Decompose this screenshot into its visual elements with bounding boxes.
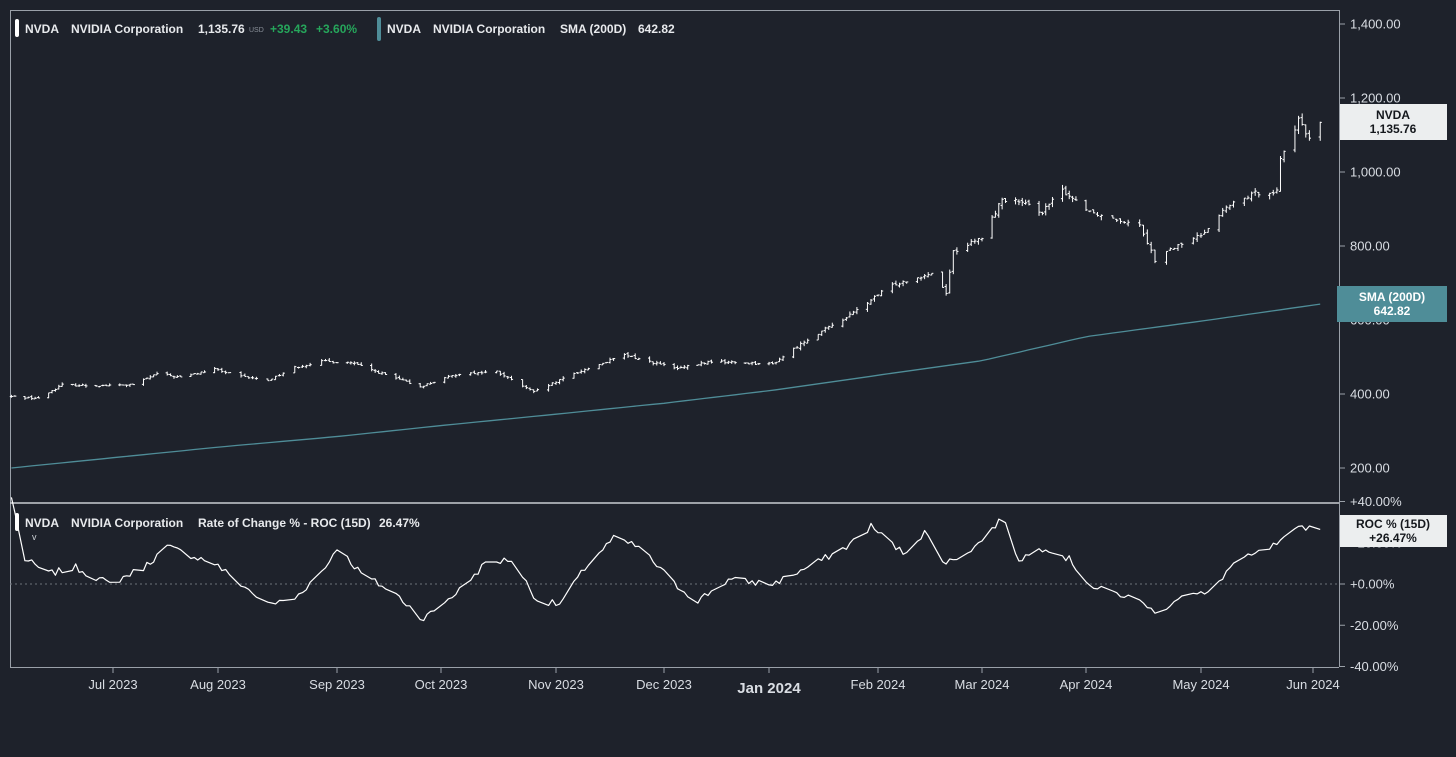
time-axis-ticks[interactable]: Jul 2023 Aug 2023 Sep 2023 Oct 2023 Nov 2023… <box>88 667 1339 697</box>
roc-tag-value: +26.47% <box>1369 531 1417 545</box>
legend-currency: USD <box>249 27 264 34</box>
roc-legend-marker <box>15 513 19 531</box>
sma-tag-value: 642.82 <box>1374 304 1411 318</box>
sma-legend-symbol: NVDA <box>387 22 421 36</box>
roc-legend-symbol: NVDA <box>25 516 59 530</box>
time-tick-label: May 2024 <box>1172 677 1229 692</box>
price-tick-label: 800.00 <box>1350 239 1390 254</box>
roc-legend-study: Rate of Change % - ROC (15D) <box>198 516 371 530</box>
price-tick-label: 1,000.00 <box>1350 165 1401 180</box>
price-axis-ticks[interactable]: 1,400.001,200.001,000.00800.00600.00400.… <box>1339 17 1401 476</box>
legend-company: NVIDIA Corporation <box>71 22 183 36</box>
price-tick-label: 1,400.00 <box>1350 17 1401 32</box>
price-tick-label: 200.00 <box>1350 461 1390 476</box>
price-last-value-tag[interactable]: NVDA 1,135.76 <box>1340 104 1447 140</box>
time-tick-label: Nov 2023 <box>528 677 584 692</box>
time-tick-label: Jan 2024 <box>737 680 801 697</box>
price-tag-value: 1,135.76 <box>1370 122 1417 136</box>
chart-svg[interactable]: 1,400.001,200.001,000.00800.00600.00400.… <box>0 0 1456 752</box>
ohlc-bar <box>122 385 125 386</box>
sma-legend-company: NVIDIA Corporation <box>433 22 545 36</box>
time-tick-label: Jul 2023 <box>88 677 137 692</box>
ohlc-bar <box>335 362 338 363</box>
roc-tick-label: -20.00% <box>1350 618 1399 633</box>
time-tick-label: Sep 2023 <box>309 677 365 692</box>
time-tick-label: Dec 2023 <box>636 677 692 692</box>
price-tick-label: 400.00 <box>1350 387 1390 402</box>
time-tick-label: Feb 2024 <box>851 677 906 692</box>
sma-legend-study: SMA (200D) <box>560 22 626 36</box>
time-tick-label: Oct 2023 <box>415 677 468 692</box>
legend-price: 1,135.76 <box>198 22 245 36</box>
time-tick-label: Mar 2024 <box>955 677 1010 692</box>
sma-legend-marker <box>377 17 381 41</box>
sma-legend-value: 642.82 <box>638 22 675 36</box>
roc-last-value-tag[interactable]: ROC % (15D) +26.47% <box>1340 515 1447 547</box>
roc-legend-company: NVIDIA Corporation <box>71 516 183 530</box>
roc-tick-label: +40.00% <box>1350 494 1402 509</box>
roc-tag-label: ROC % (15D) <box>1356 517 1430 531</box>
legend-series-marker <box>15 19 19 37</box>
price-tick-label: 1,200.00 <box>1350 91 1401 106</box>
time-tick-label: Aug 2023 <box>190 677 246 692</box>
sma-tag-label: SMA (200D) <box>1359 290 1425 304</box>
price-tag-symbol: NVDA <box>1376 108 1410 122</box>
legend-change-pct: +3.60% <box>316 22 357 36</box>
legend-change: +39.43 <box>270 22 307 36</box>
roc-legend-collapse-icon[interactable]: v <box>32 532 37 542</box>
roc-tick-label: +0.00% <box>1350 577 1395 592</box>
roc-legend-value: 26.47% <box>379 516 420 530</box>
legend-symbol: NVDA <box>25 22 59 36</box>
roc-tick-label: -40.00% <box>1350 659 1399 674</box>
sma-last-value-tag[interactable]: SMA (200D) 642.82 <box>1337 286 1447 322</box>
time-tick-label: Apr 2024 <box>1060 677 1113 692</box>
chart-root: 1,400.001,200.001,000.00800.00600.00400.… <box>0 0 1456 752</box>
time-tick-label: Jun 2024 <box>1286 677 1340 692</box>
price-pane[interactable] <box>10 10 1339 502</box>
